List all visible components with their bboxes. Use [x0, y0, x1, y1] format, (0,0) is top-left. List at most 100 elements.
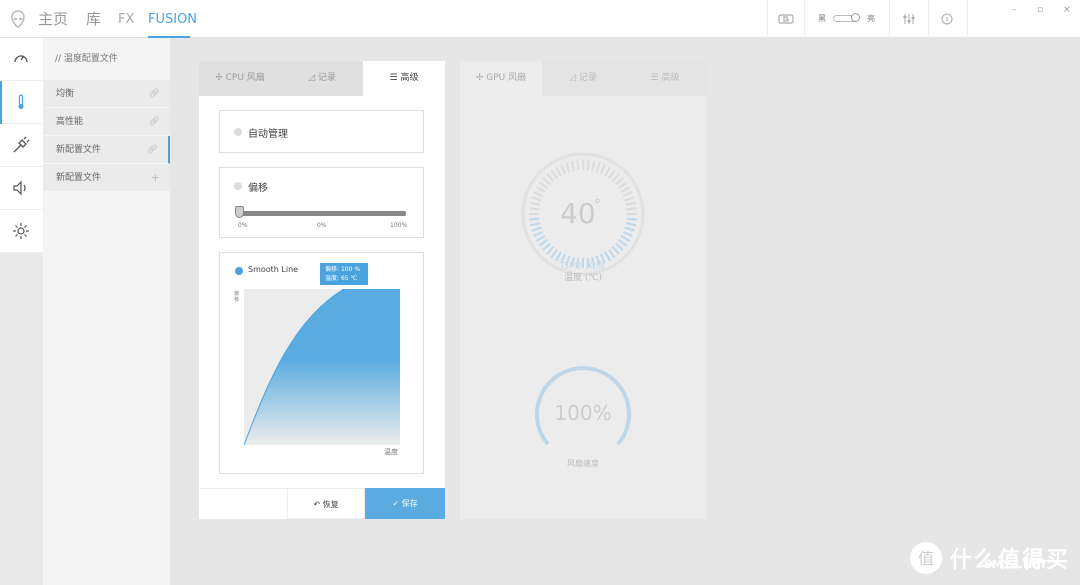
offset-slider-track[interactable] [238, 211, 406, 216]
toolbar-divider [804, 0, 805, 38]
rail-audio[interactable] [0, 167, 43, 210]
icon-rail [0, 38, 43, 585]
save-label: 保存 [401, 499, 418, 508]
speedometer-icon [14, 55, 28, 63]
chart-icon: ◿ [308, 73, 316, 83]
thermometer-icon [18, 94, 24, 109]
gauge-tick [615, 242, 624, 251]
profile-item[interactable]: 均衡 🔗︎ [43, 80, 170, 108]
gauge-tick [576, 160, 580, 171]
tooltip-offset-label: 偏移: [325, 266, 340, 273]
gauge-tick [595, 162, 601, 173]
help-icon[interactable] [937, 9, 957, 29]
gauge-tick [533, 191, 544, 198]
profile-label: 高性能 [56, 117, 84, 127]
gauge-tick [535, 235, 546, 242]
gauge-tick [618, 239, 628, 247]
slider-tick-label: 0% [238, 222, 248, 229]
auto-manage-option[interactable]: 自动管理 [219, 110, 424, 153]
tooltip-temp-value: 65 ℃ [340, 275, 358, 282]
sliders-icon: ☰ [389, 73, 398, 83]
toolbar-divider [967, 0, 968, 38]
restore-button[interactable]: ▫ [1037, 5, 1043, 15]
radio-button[interactable] [234, 128, 242, 136]
theme-light-label: 亮 [867, 14, 875, 23]
gauge-tick [625, 201, 637, 206]
gauge-tick [622, 230, 633, 237]
sliders-icon: ☰ [650, 73, 659, 83]
toolbar-divider [928, 0, 929, 38]
rail-performance[interactable] [0, 38, 43, 81]
tab-advanced[interactable]: ☰ 高级 [363, 61, 445, 96]
plus-icon[interactable]: + [151, 164, 160, 192]
close-button[interactable]: × [1063, 5, 1071, 15]
gauge-tick [599, 164, 606, 175]
toolbar-divider [889, 0, 890, 38]
alien-logo-icon [11, 10, 25, 28]
slider-tick-label: 100% [390, 222, 408, 229]
g-mode-icon[interactable] [776, 9, 796, 29]
tab-log[interactable]: ◿ 记录 [281, 61, 363, 96]
legend-dot [235, 267, 243, 275]
tab-log[interactable]: ◿ 记录 [542, 61, 624, 96]
gpu-temp-caption: 温度 (℃) [564, 273, 602, 283]
nav-home[interactable]: 主页 [38, 10, 68, 28]
footer-blank [199, 488, 287, 519]
curve-y-label: 偏移 [234, 291, 240, 303]
gauge-tick [529, 201, 541, 206]
rail-power[interactable] [0, 124, 43, 167]
save-button[interactable]: ✓ 保存 [365, 488, 445, 519]
profile-item[interactable]: 高性能 🔗︎ [43, 108, 170, 136]
theme-dark-label: 黑 [818, 14, 826, 23]
gauge-tick [542, 242, 551, 251]
gauge-tick [586, 160, 590, 171]
nav-fx[interactable]: FX [118, 11, 134, 29]
gauge-tick [624, 196, 635, 202]
radio-button[interactable] [234, 182, 242, 190]
offset-option[interactable]: 偏移 0% 0% 100% [219, 167, 424, 238]
tab-label: 高级 [400, 73, 419, 83]
profiles-header: // 温度配置文件 [43, 38, 170, 80]
link-icon[interactable]: 🔗︎ [149, 80, 160, 108]
gauge-tick [555, 166, 562, 177]
cpu-tabs: ✢ CPU 风扇 ◿ 记录 ☰ 高级 [199, 61, 445, 96]
equalizer-icon[interactable] [899, 9, 919, 29]
link-icon[interactable]: 🔗︎ [147, 136, 158, 164]
tab-label: 高级 [661, 73, 680, 83]
rail-thermal[interactable] [0, 81, 43, 124]
tab-gpu-fan[interactable]: ✢ GPU 风扇 [460, 61, 542, 96]
gauge-tick [626, 207, 637, 211]
curve-legend-label: Smooth Line [248, 265, 299, 274]
auto-manage-label: 自动管理 [248, 129, 288, 140]
toolbar-divider [767, 0, 768, 38]
tab-cpu-fan[interactable]: ✢ CPU 风扇 [199, 61, 281, 96]
gauge-tick [550, 169, 558, 179]
gauge-tick [608, 169, 616, 179]
gauge-tick [531, 196, 542, 202]
restore-button[interactable]: ↶ 恢复 [287, 488, 365, 519]
restore-label: 恢复 [322, 500, 339, 509]
profile-item-selected[interactable]: 新配置文件 🔗︎ [43, 136, 170, 164]
nav-fusion[interactable]: FUSION [148, 11, 197, 29]
tab-label: 记录 [578, 73, 597, 83]
gpu-temp-value: 40 [560, 197, 596, 230]
fan-curve-chart[interactable] [244, 289, 400, 445]
offset-slider-thumb[interactable] [235, 206, 244, 218]
gpu-temp-unit: ° [594, 197, 601, 213]
minimize-button[interactable]: – [1012, 5, 1017, 15]
profile-item-new[interactable]: 新配置文件 + [43, 164, 170, 192]
tab-advanced[interactable]: ☰ 高级 [624, 61, 706, 96]
tab-label: 记录 [317, 73, 336, 83]
nav-library[interactable]: 库 [86, 10, 101, 28]
link-icon[interactable]: 🔗︎ [149, 108, 160, 136]
fan-icon: ✢ [475, 73, 484, 83]
fan-speed-value: 100% [554, 401, 612, 425]
gauge-tick [626, 217, 637, 221]
gpu-tabs: ✢ GPU 风扇 ◿ 记录 ☰ 高级 [460, 61, 706, 96]
tab-label: GPU 风扇 [486, 73, 527, 83]
curve-tooltip: 偏移: 100 % 温度: 65 ℃ [320, 263, 368, 285]
theme-toggle[interactable]: 黑 亮 [818, 13, 875, 24]
rail-lighting[interactable] [0, 210, 43, 253]
gauge-tick [604, 166, 611, 177]
gauge-tick [560, 164, 567, 175]
